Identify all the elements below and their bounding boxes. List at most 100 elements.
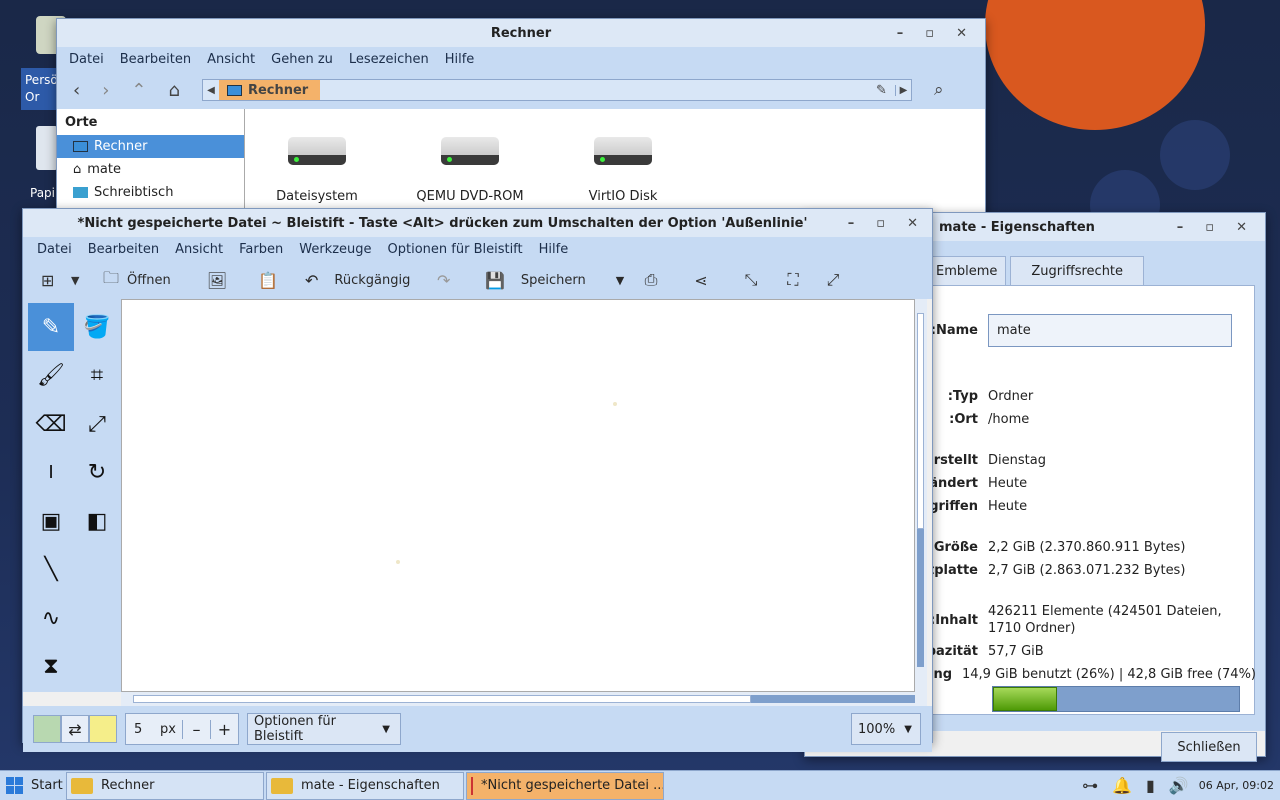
prop-label: Typ: (947, 389, 978, 404)
menu-bearbeiten[interactable]: Bearbeiten (112, 52, 199, 67)
undo-label: Rückgängig (334, 272, 411, 288)
drawing-canvas[interactable] (121, 299, 915, 692)
name-field[interactable]: mate (988, 314, 1232, 347)
tab-embleme[interactable]: Embleme (929, 256, 1007, 286)
menu-datei[interactable]: Datei (29, 242, 80, 257)
prop-value: Heute (988, 499, 1028, 514)
zoom-dropdown[interactable]: 100% ▼ (851, 713, 921, 745)
share-icon[interactable]: ⋖ (673, 271, 729, 290)
menu-lesezeichen[interactable]: Lesezeichen (341, 52, 437, 67)
fullscreen-icon[interactable]: ⤢ (813, 270, 853, 290)
text-tool[interactable]: I (28, 449, 74, 497)
unfullscreen-icon[interactable]: ⤡ (729, 270, 773, 290)
clipboard-icon[interactable]: 📋 (239, 271, 297, 290)
eraser-tool[interactable]: ⌫ (28, 400, 74, 448)
volume-icon[interactable]: 🔊 (1169, 776, 1189, 795)
crop-tool[interactable]: ⌗ (74, 352, 120, 400)
menu-farben[interactable]: Farben (231, 242, 291, 257)
battery-icon[interactable]: ▮ (1146, 776, 1155, 795)
secondary-color-swatch[interactable] (89, 715, 117, 743)
trash-icon[interactable] (36, 126, 58, 170)
open-button[interactable]: 🗀 Öffnen (99, 267, 195, 294)
path-right-arrow[interactable]: ▶ (894, 84, 911, 96)
menu-hilfe[interactable]: Hilfe (437, 52, 483, 67)
close-button[interactable]: ✕ (907, 216, 918, 231)
start-button[interactable]: Start (0, 777, 66, 794)
size-increase-button[interactable]: + (210, 719, 238, 739)
brush-tool[interactable]: 🖌 (28, 352, 74, 400)
desktop-icon-personal-label[interactable]: Persö Or (21, 68, 61, 110)
sidebar-item-rechner[interactable]: Rechner (57, 135, 244, 158)
size-unit: px (160, 721, 176, 737)
minimize-button[interactable]: – (897, 26, 904, 41)
maximize-button[interactable]: ▫ (925, 26, 934, 41)
menu-bearbeiten[interactable]: Bearbeiten (80, 242, 167, 257)
save-button[interactable]: 💾 Speichern ▼ (481, 271, 629, 290)
rect-select-tool[interactable]: ▣ (28, 497, 74, 545)
rotate-tool[interactable]: ↻ (74, 449, 120, 497)
drive-virtio[interactable]: VirtIO Disk (581, 123, 665, 217)
forward-icon[interactable]: › (102, 80, 109, 101)
tab-zugriffsrechte[interactable]: Zugriffsrechte (1010, 256, 1145, 286)
new-image-icon[interactable]: ⊞ (41, 271, 71, 290)
redo-icon[interactable]: ↷ (437, 271, 481, 290)
tool-options-dropdown[interactable]: Optionen für Bleistift ▼ (247, 713, 401, 745)
menu-ansicht[interactable]: Ansicht (167, 242, 231, 257)
network-icon[interactable]: ⊶ (1082, 776, 1098, 795)
sidebar-item-schreibtisch[interactable]: Schreibtisch (57, 181, 244, 204)
sidebar-item-mate[interactable]: ⌂ mate (57, 158, 244, 181)
new-dropdown-icon[interactable]: ▼ (71, 274, 99, 287)
swap-colors-icon[interactable]: ⇄ (61, 715, 89, 743)
save-dropdown-icon[interactable]: ▼ (616, 274, 624, 287)
undo-button[interactable]: ↶ Rückgängig (297, 271, 437, 290)
curve-tool[interactable]: ∿ (28, 594, 74, 642)
size-value[interactable]: 5 (126, 722, 160, 737)
location-bar[interactable]: ◀ Rechner ✎ ▶ (201, 79, 912, 101)
pencil-tool[interactable]: ✎ (28, 303, 74, 351)
task-rechner[interactable]: Rechner (66, 771, 264, 800)
menu-hilfe[interactable]: Hilfe (531, 242, 577, 257)
close-button[interactable]: ✕ (956, 26, 967, 41)
vertical-scrollbar[interactable] (915, 299, 927, 692)
minimize-button[interactable]: – (848, 216, 855, 231)
notification-icon[interactable]: 🔔 (1112, 776, 1132, 795)
edit-path-icon[interactable]: ✎ (876, 83, 895, 98)
main-color-swatch[interactable] (33, 715, 61, 743)
image-icon[interactable]: 🖼 (195, 271, 239, 290)
sidebar-item-label: Rechner (94, 139, 148, 154)
fill-tool[interactable]: 🪣 (74, 303, 120, 351)
menu-werkzeuge[interactable]: Werkzeuge (291, 242, 379, 257)
path-button-rechner[interactable]: Rechner (218, 80, 321, 100)
free-shape-tool[interactable]: ⧗ (28, 643, 74, 691)
close-button[interactable]: ✕ (1236, 220, 1247, 235)
scale-tool[interactable]: ⤢ (74, 400, 120, 448)
drive-qemu-dvd[interactable]: QEMU DVD-ROM (415, 123, 525, 217)
scrollbar-thumb[interactable] (133, 695, 751, 703)
size-decrease-button[interactable]: – (182, 719, 210, 739)
close-dialog-button[interactable]: Schließen (1161, 732, 1257, 762)
task-eigenschaften[interactable]: mate - Eigenschaften (266, 771, 464, 800)
scrollbar-thumb[interactable] (917, 313, 924, 529)
clock[interactable]: 06 Apr, 09:02 (1199, 779, 1274, 792)
back-icon[interactable]: ‹ (73, 80, 80, 101)
drive-label: VirtIO Disk (588, 189, 658, 204)
maximize-button[interactable]: ▫ (876, 216, 885, 231)
menu-ansicht[interactable]: Ansicht (199, 52, 263, 67)
menu-gehen-zu[interactable]: Gehen zu (263, 52, 341, 67)
fit-icon[interactable]: ⛶ (773, 270, 813, 290)
home-icon[interactable]: ⌂ (169, 80, 180, 101)
up-icon[interactable]: ⌃ (131, 80, 146, 101)
filters-tool[interactable]: ◧ (74, 497, 120, 545)
menu-optionen[interactable]: Optionen für Bleistift (380, 242, 531, 257)
minimize-button[interactable]: – (1177, 220, 1184, 235)
menu-datei[interactable]: Datei (61, 52, 112, 67)
drive-dateisystem[interactable]: Dateisystem (275, 123, 359, 217)
print-icon[interactable]: ⎙ (629, 270, 673, 290)
window-title: mate - Eigenschaften (939, 219, 1095, 235)
line-tool[interactable]: ╲ (28, 546, 74, 594)
horizontal-scrollbar[interactable] (121, 692, 927, 706)
search-icon[interactable]: ⌕ (934, 80, 944, 100)
maximize-button[interactable]: ▫ (1205, 220, 1214, 235)
path-left-arrow[interactable]: ◀ (203, 85, 219, 96)
task-paint[interactable]: *Nicht gespeicherte Datei ... (466, 771, 664, 800)
